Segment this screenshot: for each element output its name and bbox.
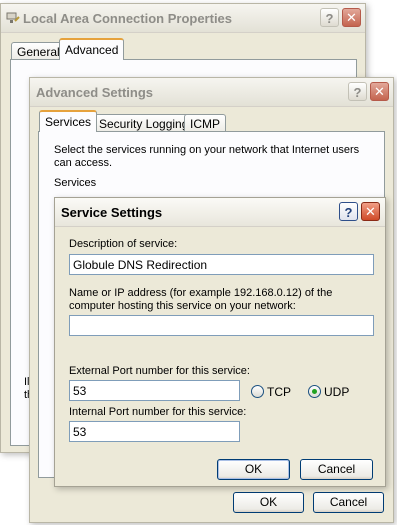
- host-address-label: Name or IP address (for example 192.168.…: [69, 287, 333, 312]
- service-description-label: Description of service:: [69, 238, 178, 250]
- advanced-settings-title: Advanced Settings: [36, 85, 154, 100]
- service-settings-title: Service Settings: [61, 205, 163, 220]
- udp-radio-label[interactable]: UDP: [324, 385, 349, 399]
- advanced-settings-close-button[interactable]: ✕: [370, 82, 389, 101]
- internal-port-label: Internal Port number for this service:: [69, 406, 247, 418]
- service-settings-titlebar[interactable]: Service Settings ? ✕: [55, 198, 385, 227]
- lac-titlebar[interactable]: Local Area Connection Properties ? ✕: [1, 4, 365, 33]
- tab-icmp[interactable]: ICMP: [184, 114, 226, 132]
- tcp-radio-label[interactable]: TCP: [267, 385, 291, 399]
- lac-tab-advanced[interactable]: Advanced: [59, 38, 125, 60]
- network-connection-icon: [6, 12, 20, 23]
- service-description-field[interactable]: Globule DNS Redirection: [69, 254, 374, 275]
- udp-radio[interactable]: [308, 385, 321, 398]
- service-settings-dialog: Service Settings ? ✕ Description of serv…: [54, 197, 386, 487]
- external-port-label: External Port number for this service:: [69, 365, 250, 377]
- tab-security-logging[interactable]: Security Logging: [93, 114, 195, 132]
- service-settings-help-button[interactable]: ?: [339, 202, 358, 221]
- advanced-settings-help-button[interactable]: ?: [348, 82, 367, 101]
- internal-port-field[interactable]: 53: [69, 421, 240, 442]
- advanced-ok-button[interactable]: OK: [233, 492, 304, 513]
- service-settings-close-button[interactable]: ✕: [361, 202, 380, 221]
- services-instructions: Select the services running on your netw…: [54, 144, 360, 169]
- service-cancel-button[interactable]: Cancel: [300, 459, 373, 480]
- external-port-field[interactable]: 53: [69, 380, 240, 401]
- tcp-radio[interactable]: [251, 385, 264, 398]
- advanced-cancel-button[interactable]: Cancel: [313, 492, 384, 513]
- service-ok-button[interactable]: OK: [217, 459, 290, 480]
- lac-window-title: Local Area Connection Properties: [23, 11, 233, 26]
- advanced-settings-titlebar[interactable]: Advanced Settings ? ✕: [30, 78, 393, 107]
- lac-help-button[interactable]: ?: [320, 8, 339, 27]
- lac-tab-general[interactable]: General: [11, 42, 66, 60]
- services-label: Services: [54, 177, 97, 189]
- tab-services[interactable]: Services: [39, 110, 98, 132]
- udp-radio-selected-dot: [312, 389, 317, 394]
- host-address-field[interactable]: [69, 315, 374, 336]
- lac-close-button[interactable]: ✕: [342, 8, 361, 27]
